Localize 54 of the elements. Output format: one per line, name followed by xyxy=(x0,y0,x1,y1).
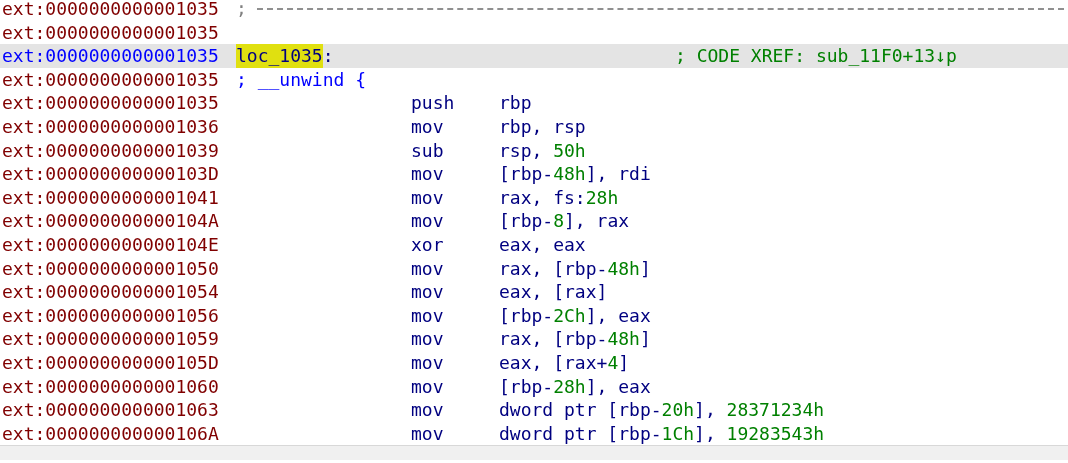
address: ext:000000000000106A xyxy=(1,421,219,446)
mnemonic: mov xyxy=(411,421,444,446)
code-label[interactable]: loc_1035 xyxy=(236,44,323,68)
operands: eax, [rax+4] xyxy=(499,350,630,375)
operands: [rbp-28h], eax xyxy=(499,374,651,399)
mnemonic: mov xyxy=(411,256,444,281)
address: ext:0000000000001056 xyxy=(1,303,219,328)
mnemonic: mov xyxy=(411,350,444,375)
comment-separator: ; xyxy=(236,0,247,21)
address: ext:0000000000001060 xyxy=(1,374,219,399)
address: ext:0000000000001054 xyxy=(1,280,219,304)
address: ext:000000000000104A xyxy=(1,209,219,233)
unwind-comment: ; __unwind { xyxy=(236,67,367,92)
operands: rbp, rsp xyxy=(499,114,586,139)
mnemonic: mov xyxy=(411,374,444,399)
address: ext:0000000000001035 xyxy=(1,0,219,21)
operands: [rbp-8], rax xyxy=(499,209,630,233)
mnemonic: mov xyxy=(411,185,444,210)
mnemonic: mov xyxy=(411,114,444,139)
address: ext:0000000000001035 xyxy=(1,67,219,92)
operands: rsp, 50h xyxy=(499,138,586,163)
address: ext:0000000000001041 xyxy=(1,185,219,210)
address: ext:0000000000001059 xyxy=(1,327,219,351)
mnemonic: mov xyxy=(411,162,444,186)
address: ext:0000000000001050 xyxy=(1,256,219,281)
operands: [rbp-48h], rdi xyxy=(499,162,651,186)
address: ext:000000000000104E xyxy=(1,232,219,257)
operands: dword ptr [rbp-1Ch], 19283543h xyxy=(499,421,825,446)
operands: eax, [rax] xyxy=(499,280,608,304)
operands: eax, eax xyxy=(499,232,586,257)
operands: dword ptr [rbp-20h], 28371234h xyxy=(499,398,825,422)
operands: rax, [rbp-48h] xyxy=(499,256,651,281)
address: ext:0000000000001036 xyxy=(1,114,219,139)
label-colon: : xyxy=(322,44,334,68)
xref-comment[interactable]: ; CODE XREF: sub_11F0+13↓p xyxy=(499,44,957,68)
address: ext:000000000000103D xyxy=(1,162,219,186)
operands: rax, fs:28h xyxy=(499,185,619,210)
address: ext:0000000000001063 xyxy=(1,398,219,422)
address: ext:0000000000001039 xyxy=(1,138,219,163)
address: ext:000000000000105D xyxy=(1,350,219,375)
mnemonic: mov xyxy=(411,209,444,233)
mnemonic: mov xyxy=(411,398,444,422)
mnemonic: sub xyxy=(411,138,444,163)
address: ext:0000000000001035 xyxy=(1,44,219,68)
mnemonic: mov xyxy=(411,327,444,351)
mnemonic: xor xyxy=(411,232,444,257)
operands: rax, [rbp-48h] xyxy=(499,327,651,351)
address: ext:0000000000001035 xyxy=(1,20,219,45)
operands: [rbp-2Ch], eax xyxy=(499,303,651,328)
operands: rbp xyxy=(499,91,532,115)
mnemonic: mov xyxy=(411,280,444,304)
mnemonic: mov xyxy=(411,303,444,328)
mnemonic: push xyxy=(411,91,455,115)
address: ext:0000000000001035 xyxy=(1,91,219,115)
